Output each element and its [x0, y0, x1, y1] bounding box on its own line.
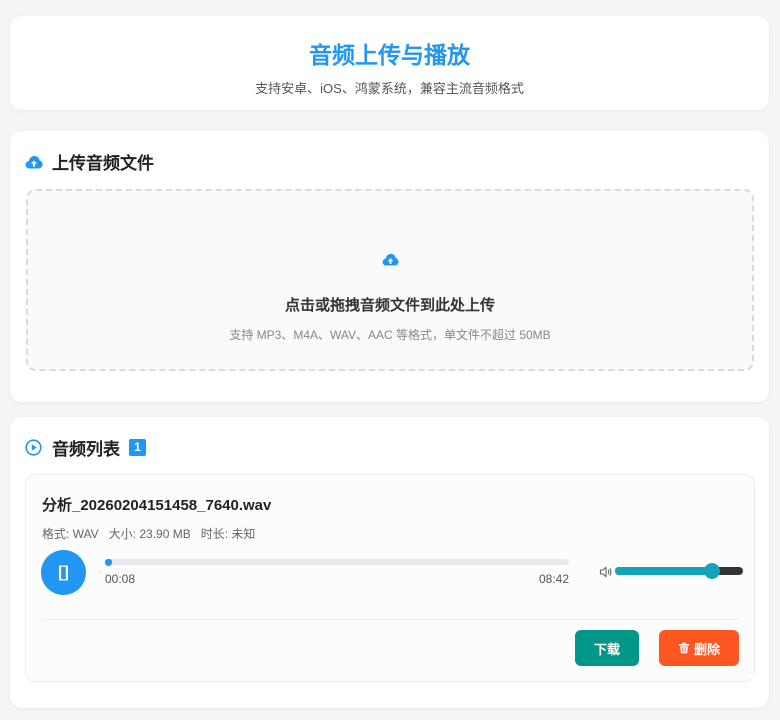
volume-knob[interactable]	[704, 563, 721, 579]
cloud-upload-icon	[25, 153, 43, 171]
item-divider	[41, 619, 739, 620]
play-circle-icon	[25, 439, 43, 457]
volume-fill	[615, 567, 713, 575]
volume-slider[interactable]	[615, 563, 743, 579]
progress-bar[interactable]	[105, 558, 569, 566]
audio-format: 格式: WAV	[42, 527, 99, 541]
current-time: 00:08	[105, 572, 136, 586]
play-button[interactable]: []	[41, 550, 86, 595]
dropzone-hint: 支持 MP3、M4A、WAV、AAC 等格式，单文件不超过 50MB	[229, 328, 551, 342]
audio-duration: 时长: 未知	[200, 527, 256, 541]
header-card: 音频上传与播放 支持安卓、iOS、鸿蒙系统，兼容主流音频格式	[10, 16, 769, 110]
delete-label: 删除	[693, 641, 720, 657]
volume-icon[interactable]	[599, 565, 613, 579]
trash-icon	[678, 642, 690, 654]
list-section-title: 音频列表	[52, 440, 120, 459]
page-title: 音频上传与播放	[309, 42, 470, 68]
upload-dropzone[interactable]: 点击或拖拽音频文件到此处上传 支持 MP3、M4A、WAV、AAC 等格式，单文…	[26, 189, 754, 371]
audio-list-item: 分析_20260204151458_7640.wav 格式: WAV 大小: 2…	[25, 474, 755, 682]
cloud-upload-icon	[28, 253, 752, 266]
audio-size: 大小: 23.90 MB	[108, 527, 191, 541]
download-button[interactable]: 下载	[575, 630, 639, 666]
upload-section-header: 上传音频文件	[25, 149, 154, 174]
page-subtitle: 支持安卓、iOS、鸿蒙系统，兼容主流音频格式	[255, 81, 524, 96]
upload-card: 上传音频文件 点击或拖拽音频文件到此处上传 支持 MP3、M4A、WAV、AAC…	[10, 131, 769, 402]
total-time: 08:42	[539, 572, 570, 586]
progress-knob[interactable]	[105, 558, 113, 566]
dropzone-title: 点击或拖拽音频文件到此处上传	[284, 297, 495, 314]
audio-count-badge: 1	[129, 439, 146, 456]
upload-section-title: 上传音频文件	[52, 154, 154, 173]
delete-button[interactable]: 删除	[659, 630, 739, 666]
list-section-header: 音频列表 1	[25, 435, 146, 460]
audio-file-name: 分析_20260204151458_7640.wav	[42, 497, 272, 514]
audio-list-card: 音频列表 1 分析_20260204151458_7640.wav 格式: WA…	[10, 417, 769, 708]
download-label: 下载	[593, 641, 620, 657]
audio-meta: 格式: WAV 大小: 23.90 MB 时长: 未知	[42, 525, 255, 542]
